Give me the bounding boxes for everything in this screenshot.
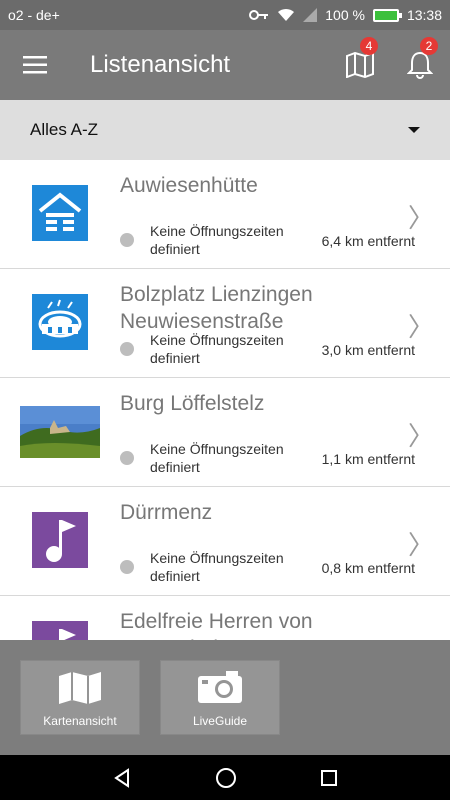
menu-button[interactable]: [0, 30, 70, 100]
map-icon: [346, 52, 374, 78]
status-dot: [120, 560, 134, 574]
item-title: Auwiesenhütte: [120, 174, 258, 197]
poi-list[interactable]: Auwiesenhütte Keine Öffnungszeiten defin…: [0, 160, 450, 640]
status-dot: [120, 451, 134, 465]
list-item[interactable]: Bolzplatz Lienzingen Neuwiesenstraße Kei…: [0, 269, 450, 378]
music-flag-icon: [32, 512, 88, 568]
carrier-label: o2 - de+: [8, 7, 60, 23]
stadium-icon: [32, 294, 88, 350]
chevron-right-icon: 〉: [407, 313, 434, 343]
hamburger-icon: [23, 56, 47, 74]
chevron-right-icon: 〉: [407, 204, 434, 234]
page-title: Listenansicht: [90, 51, 231, 78]
notification-badge: 2: [420, 37, 438, 55]
battery-icon: [372, 8, 402, 22]
item-title: Bolzplatz Lienzingen Neuwiesenstraße: [120, 283, 313, 333]
hours-text: Keine Öffnungszeiten definiert: [150, 223, 284, 257]
map-badge: 4: [360, 37, 378, 55]
list-item[interactable]: Burg Löffelstelz Keine Öffnungszeiten de…: [0, 378, 450, 487]
notifications-button[interactable]: 2: [390, 30, 450, 100]
status-dot: [120, 342, 134, 356]
item-distance: 0,8 km entfernt: [321, 560, 415, 576]
wifi-icon: [278, 8, 295, 21]
map-button[interactable]: 4: [330, 30, 390, 100]
bottom-action-bar: Kartenansicht LiveGuide: [0, 640, 450, 755]
caret-down-icon: [408, 127, 420, 133]
back-icon[interactable]: [112, 767, 132, 788]
map-icon: [59, 672, 101, 704]
app-bar: Listenansicht 4 2: [0, 30, 450, 100]
map-view-button[interactable]: Kartenansicht: [20, 660, 140, 735]
liveguide-label: LiveGuide: [192, 714, 248, 728]
status-bar: o2 - de+ 100 % 13:38: [0, 0, 450, 30]
signal-icon: [303, 8, 318, 22]
hours-text: Keine Öffnungszeiten definiert: [150, 441, 284, 475]
item-title: Edelfreie Herren von Lomersheim: [120, 610, 313, 640]
status-icons: 100 % 13:38: [249, 7, 442, 23]
chevron-right-icon: 〉: [407, 422, 434, 452]
item-distance: 6,4 km entfernt: [321, 233, 415, 249]
home-icon[interactable]: [215, 767, 237, 789]
map-view-label: Kartenansicht: [43, 714, 117, 728]
item-hours: Keine Öffnungszeiten definiert: [150, 549, 300, 585]
item-hours: Keine Öffnungszeiten definiert: [150, 331, 300, 367]
list-item[interactable]: Dürrmenz Keine Öffnungszeiten definiert …: [0, 487, 450, 596]
recents-icon[interactable]: [320, 769, 338, 787]
castle-photo: [20, 406, 100, 458]
hours-text: Keine Öffnungszeiten definiert: [150, 332, 284, 366]
item-distance: 1,1 km entfernt: [321, 451, 415, 467]
item-distance: 3,0 km entfernt: [321, 342, 415, 358]
camera-icon: [198, 671, 242, 703]
list-item[interactable]: Edelfreie Herren von Lomersheim 〉: [0, 596, 450, 640]
clock: 13:38: [406, 7, 442, 23]
key-icon: [249, 10, 269, 20]
item-title: Dürrmenz: [120, 501, 213, 524]
bell-icon: [407, 51, 433, 79]
music-flag-icon: [32, 621, 88, 640]
sort-filter-dropdown[interactable]: Alles A-Z: [0, 100, 450, 160]
filter-label: Alles A-Z: [30, 120, 99, 139]
list-item[interactable]: Auwiesenhütte Keine Öffnungszeiten defin…: [0, 160, 450, 269]
status-dot: [120, 233, 134, 247]
chevron-right-icon: 〉: [407, 531, 434, 561]
item-hours: Keine Öffnungszeiten definiert: [150, 440, 300, 476]
item-title: Burg Löffelstelz: [120, 392, 265, 415]
cabin-icon: [32, 185, 88, 241]
item-hours: Keine Öffnungszeiten definiert: [150, 222, 300, 258]
hours-text: Keine Öffnungszeiten definiert: [150, 550, 284, 584]
battery-percent: 100 %: [325, 7, 365, 23]
system-nav-bar: [0, 755, 450, 800]
liveguide-button[interactable]: LiveGuide: [160, 660, 280, 735]
